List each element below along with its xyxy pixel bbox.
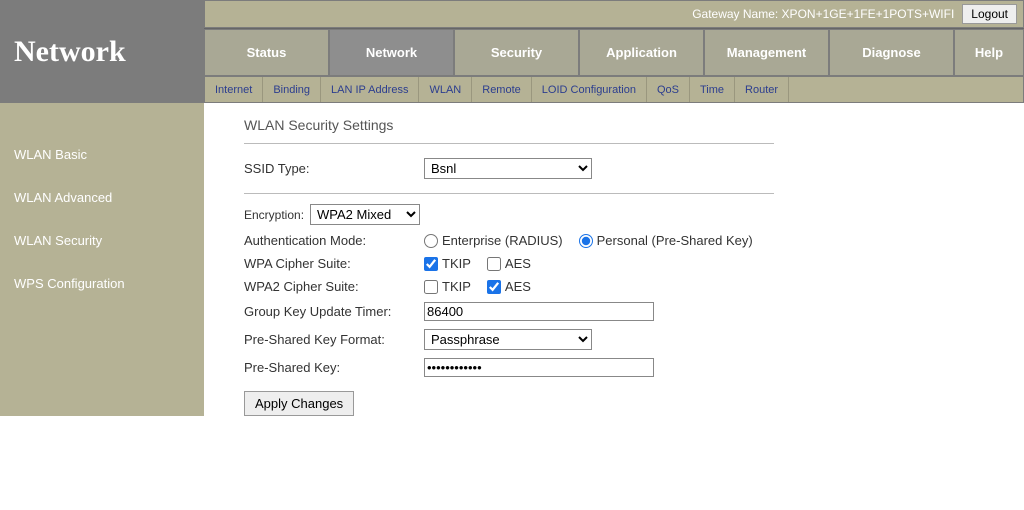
psk-format-label: Pre-Shared Key Format: <box>244 332 424 347</box>
tab-status[interactable]: Status <box>204 29 329 76</box>
auth-personal-radio[interactable] <box>579 234 593 248</box>
tab-diagnose[interactable]: Diagnose <box>829 29 954 76</box>
logout-button[interactable]: Logout <box>962 4 1017 24</box>
wpa2-aes-checkbox[interactable] <box>487 280 501 294</box>
wpa-aes-label: AES <box>505 256 531 271</box>
psk-label: Pre-Shared Key: <box>244 360 424 375</box>
tab-security[interactable]: Security <box>454 29 579 76</box>
ssid-type-label: SSID Type: <box>244 161 424 176</box>
tab-help[interactable]: Help <box>954 29 1024 76</box>
side-nav: WLAN Basic WLAN Advanced WLAN Security W… <box>0 103 204 305</box>
wpa-cipher-label: WPA Cipher Suite: <box>244 256 424 271</box>
encryption-select[interactable]: WPA2 Mixed <box>310 204 420 225</box>
sub-tabs: Internet Binding LAN IP Address WLAN Rem… <box>204 76 1024 103</box>
main-tabs: Status Network Security Application Mana… <box>204 28 1024 76</box>
wpa-tkip-option[interactable]: TKIP <box>424 256 471 271</box>
auth-enterprise-radio[interactable] <box>424 234 438 248</box>
side-item-wlan-advanced[interactable]: WLAN Advanced <box>0 176 204 219</box>
group-key-input[interactable] <box>424 302 654 321</box>
subtab-lan-ip[interactable]: LAN IP Address <box>321 77 419 102</box>
section-title: WLAN Security Settings <box>244 117 774 144</box>
subtab-binding[interactable]: Binding <box>263 77 321 102</box>
brand-box: Network <box>0 0 204 103</box>
wpa2-tkip-label: TKIP <box>442 279 471 294</box>
brand-title: Network <box>14 35 126 69</box>
auth-personal-label: Personal (Pre-Shared Key) <box>597 233 753 248</box>
wpa2-tkip-checkbox[interactable] <box>424 280 438 294</box>
wpa2-aes-option[interactable]: AES <box>487 279 531 294</box>
wpa-aes-option[interactable]: AES <box>487 256 531 271</box>
wpa2-tkip-option[interactable]: TKIP <box>424 279 471 294</box>
auth-personal-option[interactable]: Personal (Pre-Shared Key) <box>579 233 753 248</box>
apply-changes-button[interactable]: Apply Changes <box>244 391 354 416</box>
side-item-wlan-security[interactable]: WLAN Security <box>0 219 204 262</box>
wpa-aes-checkbox[interactable] <box>487 257 501 271</box>
psk-format-select[interactable]: Passphrase <box>424 329 592 350</box>
wpa-tkip-checkbox[interactable] <box>424 257 438 271</box>
encryption-label: Encryption: <box>244 208 304 222</box>
group-key-label: Group Key Update Timer: <box>244 304 424 319</box>
subtab-internet[interactable]: Internet <box>205 77 263 102</box>
subtab-qos[interactable]: QoS <box>647 77 690 102</box>
subtab-time[interactable]: Time <box>690 77 735 102</box>
auth-enterprise-option[interactable]: Enterprise (RADIUS) <box>424 233 563 248</box>
wpa-tkip-label: TKIP <box>442 256 471 271</box>
auth-mode-label: Authentication Mode: <box>244 233 424 248</box>
psk-input[interactable] <box>424 358 654 377</box>
side-item-wlan-basic[interactable]: WLAN Basic <box>0 133 204 176</box>
tab-network[interactable]: Network <box>329 29 454 76</box>
content-area: WLAN Security Settings SSID Type: Bsnl E… <box>204 103 1024 416</box>
side-item-wps-config[interactable]: WPS Configuration <box>0 262 204 305</box>
gateway-name-label: Gateway Name: XPON+1GE+1FE+1POTS+WIFI <box>692 7 954 21</box>
subtab-router[interactable]: Router <box>735 77 789 102</box>
tab-management[interactable]: Management <box>704 29 829 76</box>
subtab-wlan[interactable]: WLAN <box>419 77 472 102</box>
wpa2-aes-label: AES <box>505 279 531 294</box>
wpa2-cipher-label: WPA2 Cipher Suite: <box>244 279 424 294</box>
tab-application[interactable]: Application <box>579 29 704 76</box>
subtab-remote[interactable]: Remote <box>472 77 532 102</box>
subtab-loid[interactable]: LOID Configuration <box>532 77 647 102</box>
auth-enterprise-label: Enterprise (RADIUS) <box>442 233 563 248</box>
top-info-bar: Gateway Name: XPON+1GE+1FE+1POTS+WIFI Lo… <box>204 0 1024 28</box>
ssid-type-select[interactable]: Bsnl <box>424 158 592 179</box>
separator <box>244 193 774 194</box>
